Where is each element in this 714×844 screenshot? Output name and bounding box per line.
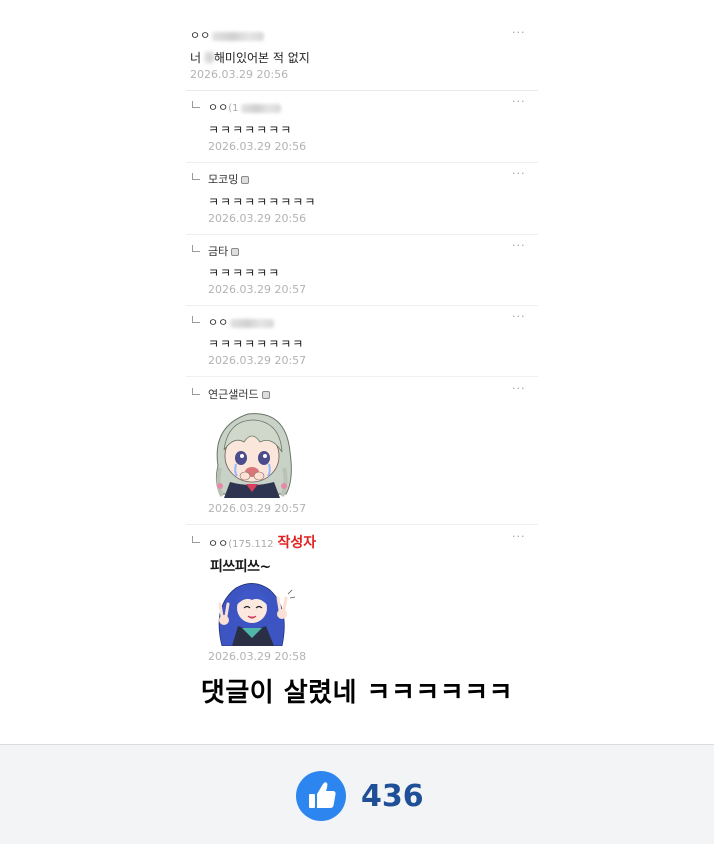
reply-item: ㅇㅇ ··· ㅋㅋㅋㅋㅋㅋㅋㅋ 2026.03.29 20:57	[186, 308, 538, 377]
comment-screenshot: ㅇㅇ ··· 너 해미있어본 적 없지 2026.03.29 20:56 ㅇㅇ(…	[0, 0, 714, 744]
meme-caption: 댓글이 살렸네 ㅋㅋㅋㅋㅋㅋ	[200, 678, 514, 708]
reply-arrow-icon	[192, 536, 200, 543]
comment-author: ㅇㅇ	[208, 101, 229, 114]
comment-text: ㅋㅋㅋㅋㅋㅋㅋ	[208, 123, 293, 137]
comment-date: 2026.03.29 20:56	[208, 140, 307, 153]
comment-menu-icon[interactable]: ···	[512, 95, 526, 108]
reply-item: 연근샐러드 ··· 2026.03.29 20:57	[186, 380, 538, 525]
fixed-nick-icon	[231, 248, 240, 256]
comment-date: 2026.03.29 20:56	[190, 68, 289, 81]
fixed-nick-icon	[261, 391, 270, 399]
comment-date: 2026.03.29 20:57	[208, 283, 307, 296]
ip-blurred	[212, 31, 265, 41]
comment-author: ㅇㅇ	[190, 29, 211, 42]
comment-author: 금타	[208, 245, 229, 258]
reply-item: ㅇㅇ(1 ··· ㅋㅋㅋㅋㅋㅋㅋ 2026.03.29 20:56	[186, 93, 538, 163]
comment-author: 연근샐러드	[208, 388, 259, 401]
like-bar: 436	[0, 744, 714, 844]
comment-date: 2026.03.29 20:57	[208, 354, 307, 367]
reply-arrow-icon	[192, 316, 200, 323]
censored-word	[204, 52, 214, 63]
comment-author: 모코밍	[208, 173, 239, 186]
comment-date: 2026.03.29 20:56	[208, 212, 307, 225]
comment-date: 2026.03.29 20:57	[208, 502, 307, 515]
reply-item: ㅇㅇ(175.112 작성자 ··· 피쓰피쓰~ 2026.03.29 20:5…	[186, 528, 538, 668]
comment-date: 2026.03.29 20:58	[208, 650, 307, 663]
comment-menu-icon[interactable]: ···	[512, 239, 526, 252]
comment-text: 너 해미있어본 적 없지	[190, 51, 310, 65]
comment-menu-icon[interactable]: ···	[512, 26, 526, 39]
reply-item: 모코밍 ··· ㅋㅋㅋㅋㅋㅋㅋㅋㅋ 2026.03.29 20:56	[186, 165, 538, 235]
comment-text: ㅋㅋㅋㅋㅋㅋㅋㅋ	[208, 337, 305, 351]
reply-item: 금타 ··· ㅋㅋㅋㅋㅋㅋ 2026.03.29 20:57	[186, 237, 538, 306]
comment-author: ㅇㅇ	[208, 316, 229, 329]
comment-menu-icon[interactable]: ···	[512, 382, 526, 395]
ip-blurred	[240, 103, 281, 113]
comment-author: ㅇㅇ	[208, 537, 229, 550]
comment-text: ㅋㅋㅋㅋㅋㅋ	[208, 266, 281, 280]
comment-menu-icon[interactable]: ···	[512, 167, 526, 180]
like-button[interactable]	[296, 771, 346, 821]
sticker-caption: 피쓰피쓰~	[210, 559, 271, 575]
reply-arrow-icon	[192, 173, 200, 180]
reply-arrow-icon	[192, 388, 200, 395]
comment-text: ㅋㅋㅋㅋㅋㅋㅋㅋㅋ	[208, 195, 317, 209]
crying-girl-sticker	[215, 413, 292, 498]
like-count: 436	[361, 779, 424, 814]
comment-menu-icon[interactable]: ···	[512, 530, 526, 543]
comment-ip: (1	[228, 103, 239, 114]
thumbs-up-icon	[309, 782, 336, 808]
comment-ip: (175.112	[228, 539, 274, 550]
comment-menu-icon[interactable]: ···	[512, 310, 526, 323]
comment-item: ㅇㅇ ··· 너 해미있어본 적 없지 2026.03.29 20:56	[186, 24, 538, 91]
reply-arrow-icon	[192, 245, 200, 252]
reply-arrow-icon	[192, 101, 200, 108]
ip-blurred	[230, 318, 275, 328]
peace-sign-girl-sticker	[218, 583, 296, 646]
fixed-nick-icon	[241, 176, 250, 184]
writer-tag: 작성자	[277, 535, 317, 551]
